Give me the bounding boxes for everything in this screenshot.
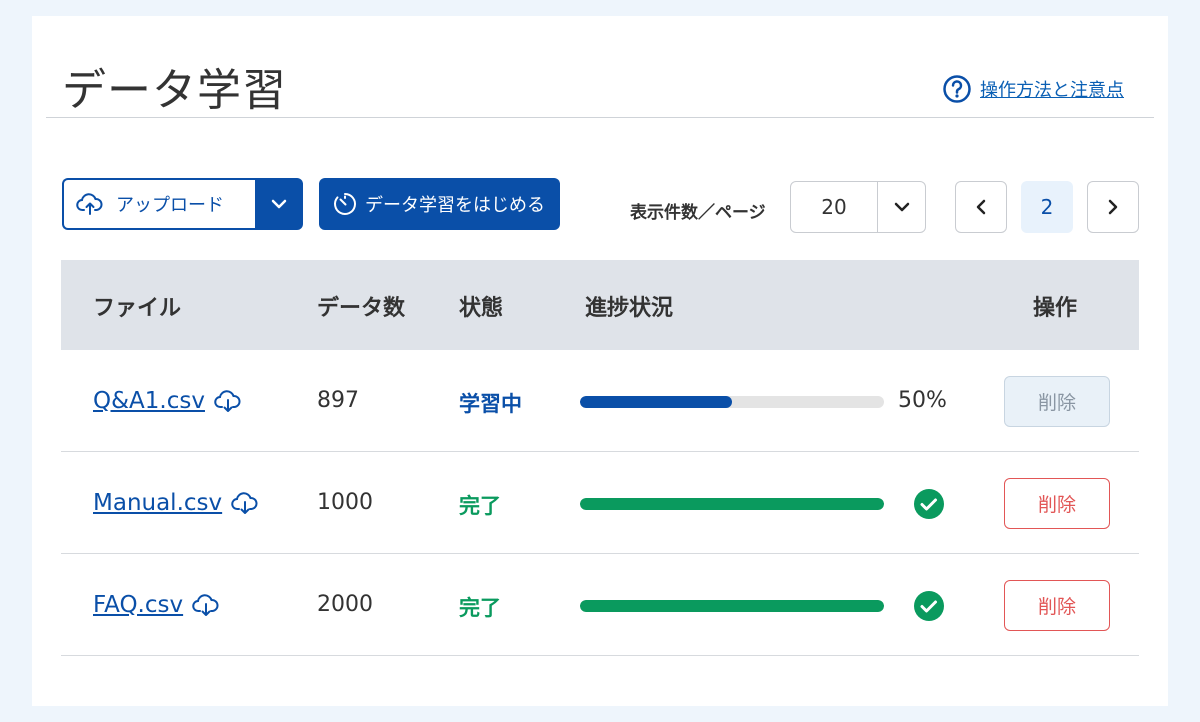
check-circle-icon	[914, 591, 944, 621]
data-table: ファイル データ数 状態 進捗状況 操作 Q&A1.csv 897 学習中 50…	[61, 260, 1139, 656]
delete-button[interactable]: 削除	[1004, 376, 1110, 427]
file-link[interactable]: Manual.csv	[93, 490, 222, 516]
upload-dropdown-toggle[interactable]	[255, 178, 303, 230]
check-circle-icon	[914, 489, 944, 519]
file-cell: Q&A1.csv	[93, 386, 243, 416]
data-count: 1000	[317, 490, 373, 515]
header-action: 操作	[1033, 296, 1078, 321]
file-link[interactable]: FAQ.csv	[93, 592, 183, 618]
start-learning-label: データ学習をはじめる	[365, 195, 545, 216]
table-header: ファイル データ数 状態 進捗状況 操作	[61, 260, 1139, 350]
status-label: 学習中	[459, 392, 522, 416]
progress-bar	[580, 396, 884, 408]
upload-button[interactable]: アップロード	[62, 178, 255, 230]
header-status: 状態	[459, 296, 504, 321]
start-learning-button[interactable]: データ学習をはじめる	[319, 178, 560, 230]
file-cell: Manual.csv	[93, 488, 260, 518]
pagination-prev-button[interactable]	[955, 181, 1007, 233]
page-title: データ学習	[62, 65, 287, 116]
cloud-download-icon[interactable]	[191, 590, 221, 620]
main-panel: データ学習 操作方法と注意点 アップロード データ学習をはじめる 表示件数／ペー…	[32, 16, 1168, 706]
file-link[interactable]: Q&A1.csv	[93, 388, 205, 414]
progress-percent: 50%	[898, 388, 947, 413]
help-link[interactable]: 操作方法と注意点	[942, 74, 1124, 104]
help-link-label: 操作方法と注意点	[980, 80, 1124, 101]
header-count: データ数	[317, 296, 406, 321]
pagination-current-page[interactable]: 2	[1021, 181, 1073, 233]
progress-bar-fill	[580, 396, 732, 408]
progress-bar-fill	[580, 498, 884, 510]
header-progress: 進捗状況	[585, 296, 674, 321]
data-count: 897	[317, 388, 359, 413]
title-divider	[46, 117, 1154, 118]
per-page-value: 20	[821, 195, 847, 219]
status-label: 完了	[459, 596, 501, 620]
per-page-dropdown-toggle[interactable]	[877, 182, 925, 232]
delete-button[interactable]: 削除	[1004, 580, 1110, 631]
data-count: 2000	[317, 592, 373, 617]
table-row: Q&A1.csv 897 学習中 50% 削除	[61, 350, 1139, 452]
table-row: FAQ.csv 2000 完了 削除	[61, 554, 1139, 656]
header-file: ファイル	[93, 296, 182, 321]
progress-bar-fill	[580, 600, 884, 612]
chevron-down-icon	[271, 199, 287, 209]
progress-bar	[580, 600, 884, 612]
chevron-left-icon	[976, 199, 986, 215]
upload-button-group: アップロード	[62, 178, 303, 230]
chevron-right-icon	[1108, 199, 1118, 215]
per-page-select[interactable]: 20	[790, 181, 926, 233]
upload-button-label: アップロード	[116, 195, 224, 216]
pagination-next-button[interactable]	[1087, 181, 1139, 233]
table-row: Manual.csv 1000 完了 削除	[61, 452, 1139, 554]
cloud-download-icon[interactable]	[213, 386, 243, 416]
cloud-upload-icon	[76, 193, 103, 215]
help-icon	[943, 75, 971, 103]
file-cell: FAQ.csv	[93, 590, 221, 620]
timer-icon	[334, 193, 357, 215]
cloud-download-icon[interactable]	[230, 488, 260, 518]
delete-button[interactable]: 削除	[1004, 478, 1110, 529]
progress-bar	[580, 498, 884, 510]
chevron-down-icon	[894, 202, 909, 212]
status-label: 完了	[459, 494, 501, 518]
per-page-label: 表示件数／ページ	[630, 203, 766, 223]
